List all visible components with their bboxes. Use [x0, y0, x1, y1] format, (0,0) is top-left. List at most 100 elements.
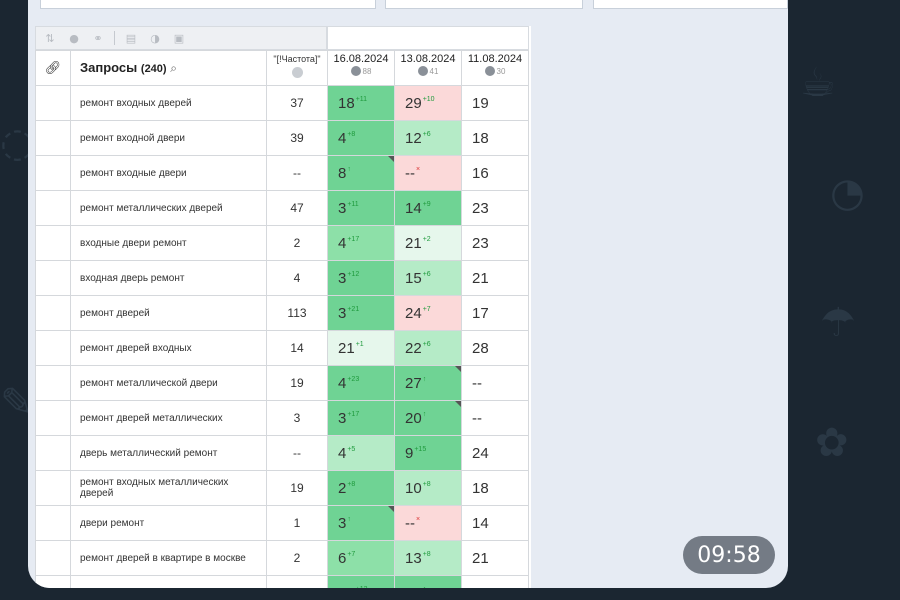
position-value: 4	[338, 129, 347, 147]
position-cell: 2+8	[327, 470, 395, 506]
row-link-cell[interactable]	[35, 505, 71, 541]
position-value: 4	[338, 234, 347, 252]
export-icon[interactable]: ▤	[123, 32, 139, 45]
table-row[interactable]: ремонт металлических дверей 47 3+11 14+9 23	[35, 190, 529, 226]
position-value: 28	[472, 339, 489, 357]
position-value: 4	[338, 444, 347, 462]
position-value: --	[472, 374, 482, 392]
position-cell: 14+9	[394, 190, 462, 226]
frequency-cell	[266, 575, 328, 588]
date-group-header	[327, 26, 529, 50]
image-icon[interactable]: ▣	[171, 32, 187, 45]
frequency-cell: 2	[266, 225, 328, 261]
position-delta: +12	[347, 270, 360, 278]
position-value: 14	[405, 199, 422, 217]
sort-icon[interactable]: ⇅	[42, 32, 58, 45]
toggle-icon[interactable]: ●	[66, 32, 82, 45]
position-value: --	[405, 164, 415, 182]
table-row[interactable]: ремонт дверей 113 3+21 24+7 17	[35, 295, 529, 331]
position-cell: 23	[461, 225, 529, 261]
link-chain-icon[interactable]: ⚭	[90, 32, 106, 45]
date-column-header[interactable]: 16.08.2024 88	[327, 50, 395, 86]
table-row[interactable]: ремонт входной двери 39 4+8 12+6 18	[35, 120, 529, 156]
link-column-header[interactable]: 🔗︎	[35, 50, 71, 86]
table-row[interactable]: ремонт входных металлических дверей 19 2+8…	[35, 470, 529, 506]
position-value: 21	[472, 269, 489, 287]
row-link-cell[interactable]	[35, 155, 71, 191]
row-link-cell[interactable]	[35, 225, 71, 261]
position-delta: ×	[416, 515, 421, 523]
position-cell: 4+17	[327, 225, 395, 261]
frequency-cell: 113	[266, 295, 328, 331]
position-delta: +15	[414, 445, 427, 453]
table-row[interactable]: дверь металлический ремонт -- 4+5 9+15 24	[35, 435, 529, 471]
position-value: 9	[405, 444, 414, 462]
frequency-cell: 2	[266, 540, 328, 576]
position-value: 18	[472, 479, 489, 497]
position-cell: 19+12	[327, 575, 395, 588]
row-link-cell[interactable]	[35, 435, 71, 471]
table-row[interactable]: ремонт дверей металлических 3 3+17 20↑ --	[35, 400, 529, 436]
row-link-cell[interactable]	[35, 470, 71, 506]
frequency-cell: 1	[266, 505, 328, 541]
table-header-row: 🔗︎ Запросы (240) ⌕ "[!Частота]" 16.08.20…	[35, 50, 529, 86]
frequency-cell: 37	[266, 85, 328, 121]
position-cell: 3+12	[327, 260, 395, 296]
position-delta: +8	[422, 550, 431, 558]
table-row[interactable]: двери ремонт 1 3↑ --× 14	[35, 505, 529, 541]
position-delta: +23	[347, 375, 360, 383]
row-link-cell[interactable]	[35, 190, 71, 226]
position-value: 27	[405, 374, 422, 392]
row-link-cell[interactable]	[35, 365, 71, 401]
table-row[interactable]: 19+1222↑	[35, 575, 529, 589]
row-link-cell[interactable]	[35, 330, 71, 366]
position-delta: +7	[422, 305, 431, 313]
position-value: 22	[405, 585, 422, 589]
date-label: 16.08.2024	[333, 53, 389, 65]
toolbar-divider	[114, 31, 115, 45]
date-column-header[interactable]: 13.08.2024 41	[394, 50, 462, 86]
contrast-icon[interactable]: ◑	[147, 32, 163, 45]
query-cell	[70, 575, 267, 588]
query-column-header[interactable]: Запросы (240) ⌕	[70, 50, 267, 86]
row-link-cell[interactable]	[35, 120, 71, 156]
table-row[interactable]: ремонт дверей входных 14 21+1 22+6 28	[35, 330, 529, 366]
frequency-cell: 39	[266, 120, 328, 156]
search-icon[interactable]: ⌕	[170, 61, 177, 75]
row-link-cell[interactable]	[35, 85, 71, 121]
position-delta: +8	[422, 480, 431, 488]
frequency-cell: 47	[266, 190, 328, 226]
row-link-cell[interactable]	[35, 575, 71, 588]
position-value: 3	[338, 304, 347, 322]
table-row[interactable]: входная дверь ремонт 4 3+12 15+6 21	[35, 260, 529, 296]
position-cell: 3↑	[327, 505, 395, 541]
table-row[interactable]: ремонт входных дверей 37 18+11 29+10 19	[35, 85, 529, 121]
position-delta: +8	[347, 130, 356, 138]
row-link-cell[interactable]	[35, 540, 71, 576]
frequency-column-header[interactable]: "[!Частота]"	[266, 50, 328, 86]
query-cell: ремонт дверей входных	[70, 330, 267, 366]
position-value: 17	[472, 304, 489, 322]
position-value: 29	[405, 94, 422, 112]
position-delta: +5	[347, 445, 356, 453]
table-row[interactable]: ремонт дверей в квартире в москве 2 6+7 13+…	[35, 540, 529, 576]
date-sub-value: 30	[496, 66, 506, 76]
date-column-header[interactable]: 11.08.2024 30	[461, 50, 529, 86]
position-cell: 15+6	[394, 260, 462, 296]
date-sub-value: 41	[429, 66, 439, 76]
position-value: 18	[338, 94, 355, 112]
position-cell: 24+7	[394, 295, 462, 331]
table-row[interactable]: входные двери ремонт 2 4+17 21+2 23	[35, 225, 529, 261]
position-value: 21	[405, 234, 422, 252]
table-toolbar: ⇅ ● ⚭ ▤ ◑ ▣	[35, 26, 327, 50]
doodle-icon: ☂	[820, 300, 856, 346]
position-value: 3	[338, 409, 347, 427]
row-link-cell[interactable]	[35, 295, 71, 331]
position-value: 21	[338, 339, 355, 357]
row-link-cell[interactable]	[35, 260, 71, 296]
table-row[interactable]: ремонт входные двери -- 8↑ --× 16	[35, 155, 529, 191]
date-sub-value: 88	[362, 66, 372, 76]
row-link-cell[interactable]	[35, 400, 71, 436]
table-row[interactable]: ремонт металлической двери 19 4+23 27↑ --	[35, 365, 529, 401]
frequency-cell: 4	[266, 260, 328, 296]
